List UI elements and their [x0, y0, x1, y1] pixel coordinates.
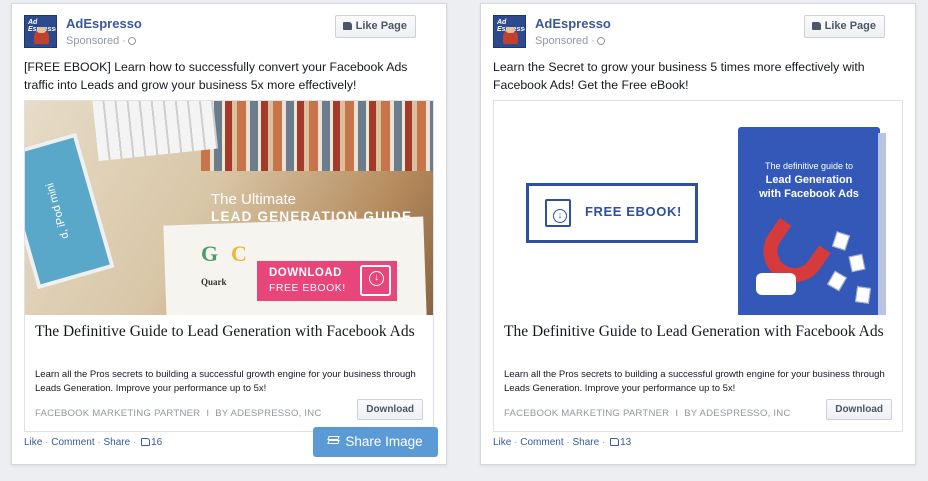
- document-icon: [826, 270, 848, 292]
- domain-separator: I: [675, 408, 679, 419]
- ad-message: Learn the Secret to grow your business 5…: [493, 60, 865, 92]
- ad-message: [FREE EBOOK] Learn how to successfully c…: [24, 60, 408, 92]
- domain-right: BY ADESPRESSO, INC: [684, 408, 791, 419]
- logo-caption: Quark: [201, 277, 227, 287]
- like-page-button[interactable]: Like Page: [334, 15, 416, 38]
- avatar-mascot-icon: [503, 27, 518, 44]
- ad-image[interactable]: d, iPod mini G C Quark The Ultimate LEAD…: [25, 101, 433, 315]
- document-icon: [831, 231, 851, 251]
- like-link[interactable]: Like: [493, 437, 511, 448]
- hand-icon: [756, 273, 796, 295]
- share-image-label: Share Image: [345, 434, 423, 449]
- link-title[interactable]: The Definitive Guide to Lead Generation …: [504, 322, 898, 342]
- download-button[interactable]: Download: [826, 399, 892, 420]
- layers-icon: [327, 436, 341, 447]
- ad-card-1: Ad Espresso AdEspresso Sponsored · Like …: [11, 3, 447, 465]
- domain-separator: I: [206, 408, 210, 419]
- link-description: Learn all the Pros secrets to building a…: [35, 369, 416, 394]
- thumbs-up-icon: [811, 22, 821, 30]
- avatar-mascot-icon: [34, 27, 49, 44]
- link-domain: FACEBOOK MARKETING PARTNER I BY ADESPRESSO…: [504, 408, 791, 419]
- page-name-link[interactable]: AdEspresso: [535, 16, 611, 31]
- like-page-button[interactable]: Like Page: [803, 15, 885, 38]
- domain-left: FACEBOOK MARKETING PARTNER: [35, 408, 201, 419]
- free-ebook-box: FREE EBOOK!: [526, 183, 698, 243]
- like-count-icon: [141, 438, 151, 446]
- book-title-line-2: with Facebook Ads: [759, 188, 859, 200]
- bookshelf-graphic: [201, 101, 433, 171]
- sponsored-text: Sponsored ·: [535, 35, 595, 47]
- share-link[interactable]: Share: [573, 437, 600, 448]
- cta-line-1: DOWNLOAD: [269, 267, 342, 279]
- like-count-icon: [610, 438, 620, 446]
- free-ebook-text: FREE EBOOK!: [585, 204, 682, 219]
- share-link[interactable]: Share: [104, 437, 131, 448]
- like-count[interactable]: 16: [151, 437, 162, 448]
- share-image-button[interactable]: Share Image: [313, 427, 438, 457]
- yellow-c-logo-icon: C: [231, 241, 247, 266]
- like-page-label: Like Page: [355, 20, 407, 32]
- comment-link[interactable]: Comment: [51, 437, 94, 448]
- document-download-icon: [545, 199, 571, 227]
- ipad-text: d, iPod mini: [44, 181, 72, 241]
- like-count[interactable]: 13: [620, 437, 631, 448]
- like-page-label: Like Page: [824, 20, 876, 32]
- link-attachment[interactable]: d, iPod mini G C Quark The Ultimate LEAD…: [24, 100, 434, 432]
- download-icon: [360, 265, 391, 296]
- ad-header: Ad Espresso AdEspresso Sponsored · Like …: [493, 15, 903, 53]
- book-title-line-1: Lead Generation: [765, 174, 853, 186]
- document-icon: [848, 253, 866, 273]
- domain-right: BY ADESPRESSO, INC: [215, 408, 322, 419]
- like-link[interactable]: Like: [24, 437, 42, 448]
- comment-link[interactable]: Comment: [520, 437, 563, 448]
- green-logo-icon: G: [201, 241, 219, 266]
- globe-icon: [596, 37, 605, 45]
- globe-icon: [127, 37, 136, 45]
- sponsored-text: Sponsored ·: [66, 35, 126, 47]
- link-description: Learn all the Pros secrets to building a…: [504, 369, 885, 394]
- link-title[interactable]: The Definitive Guide to Lead Generation …: [35, 322, 429, 342]
- download-cta-graphic: DOWNLOAD FREE EBOOK!: [257, 261, 397, 301]
- ebook-cover: The definitive guide to Lead Generation w…: [738, 127, 886, 315]
- ad-card-2: Ad Espresso AdEspresso Sponsored · Like …: [480, 3, 916, 465]
- document-icon: [854, 286, 872, 304]
- domain-left: FACEBOOK MARKETING PARTNER: [504, 408, 670, 419]
- image-headline-1: The Ultimate: [211, 191, 297, 208]
- page-name-link[interactable]: AdEspresso: [66, 16, 142, 31]
- action-bar: Like · Comment · Share · 13: [493, 437, 632, 448]
- book-title: Lead Generation with Facebook Ads: [738, 173, 880, 201]
- thumbs-up-icon: [342, 22, 352, 30]
- link-attachment[interactable]: FREE EBOOK! The definitive guide to Lead…: [493, 100, 903, 432]
- sponsored-label: Sponsored ·: [66, 35, 136, 47]
- ad-image[interactable]: FREE EBOOK! The definitive guide to Lead…: [494, 101, 902, 315]
- image-headline-2: LEAD GENERATION GUIDE: [211, 209, 413, 224]
- sponsored-label: Sponsored ·: [535, 35, 605, 47]
- book-subtitle: The definitive guide to: [764, 161, 854, 171]
- page-avatar[interactable]: Ad Espresso: [493, 15, 526, 48]
- action-bar: Like · Comment · Share · 16: [24, 437, 163, 448]
- page-avatar[interactable]: Ad Espresso: [24, 15, 57, 48]
- ad-header: Ad Espresso AdEspresso Sponsored · Like …: [24, 15, 434, 53]
- cta-line-2: FREE EBOOK!: [269, 282, 346, 294]
- link-domain: FACEBOOK MARKETING PARTNER I BY ADESPRESSO…: [35, 408, 322, 419]
- download-button[interactable]: Download: [357, 399, 423, 420]
